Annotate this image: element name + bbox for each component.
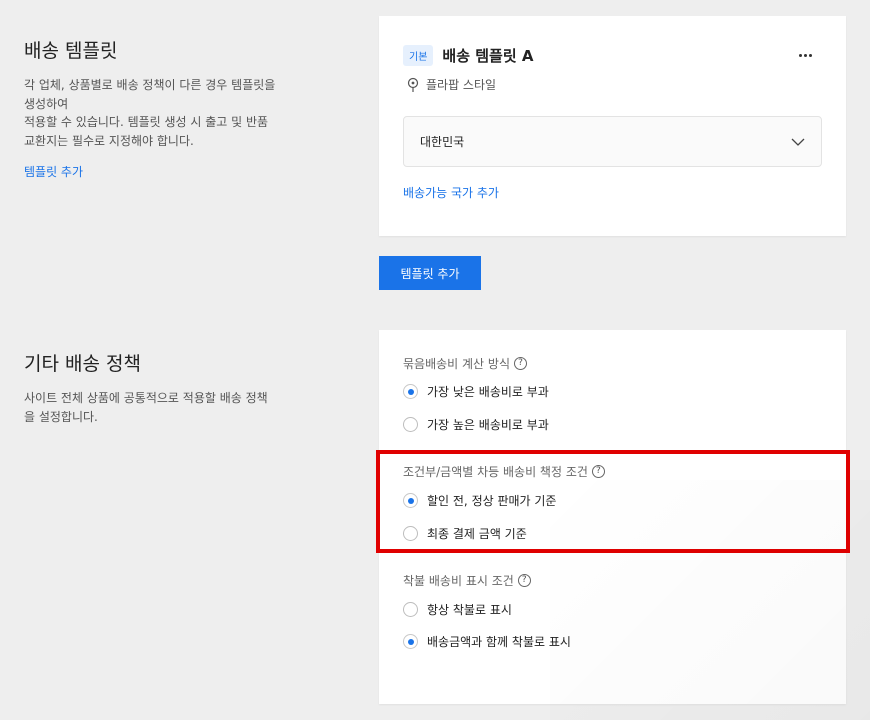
default-badge: 기본 [403, 45, 434, 66]
group-label-text: 묶음배송비 계산 방식 [403, 357, 510, 371]
template-style-label: 플라팝 스타일 [426, 78, 497, 92]
group-label: 묶음배송비 계산 방식 ? [403, 355, 527, 372]
radio-option[interactable]: 최종 결제 금액 기준 [403, 525, 527, 542]
more-options-icon[interactable] [799, 54, 812, 57]
desc-line: 사이트 전체 상품에 공통적으로 적용할 배송 정책 [24, 391, 268, 405]
radio-button[interactable] [403, 526, 418, 541]
conditional-fee-group: 조건부/금액별 차등 배송비 책정 조건 ? 할인 전, 정상 판매가 기준 최… [403, 463, 605, 541]
radio-option[interactable]: 가장 낮은 배송비로 부과 [403, 383, 549, 400]
desc-line: 적용할 수 있습니다. 템플릿 생성 시 출고 및 반품 [24, 115, 269, 129]
shipping-template-section: 배송 템플릿 각 업체, 상품별로 배송 정책이 다른 경우 템플릿을 생성하여… [24, 36, 294, 180]
group-label: 조건부/금액별 차등 배송비 책정 조건 ? [403, 463, 605, 480]
radio-label: 가장 높은 배송비로 부과 [427, 418, 549, 432]
cod-fee-group: 착불 배송비 표시 조건 ? 항상 착불로 표시 배송금액과 함께 착불로 표시 [403, 572, 571, 649]
radio-label: 할인 전, 정상 판매가 기준 [427, 494, 557, 508]
radio-label: 최종 결제 금액 기준 [427, 527, 527, 541]
policy-card: 묶음배송비 계산 방식 ? 가장 낮은 배송비로 부과 가장 높은 배송비로 부… [379, 330, 846, 704]
radio-label: 배송금액과 함께 착불로 표시 [427, 635, 571, 649]
template-card: 기본 배송 템플릿 A 플라팝 스타일 대한민국 배송가능 국가 추가 [379, 16, 846, 236]
radio-label: 항상 착불로 표시 [427, 603, 512, 617]
country-select-value: 대한민국 [420, 135, 465, 149]
add-template-button[interactable]: 템플릿 추가 [379, 256, 481, 290]
help-icon[interactable]: ? [591, 465, 605, 478]
desc-line: 교환지는 필수로 지정해야 합니다. [24, 133, 194, 148]
radio-button-checked[interactable] [403, 384, 418, 399]
other-policy-section: 기타 배송 정책 사이트 전체 상품에 공통적으로 적용할 배송 정책 을 설정… [24, 349, 294, 426]
template-style: 플라팝 스타일 [406, 76, 496, 93]
desc-line: 각 업체, 상품별로 배송 정책이 다른 경우 템플릿을 [24, 78, 276, 92]
group-label-text: 조건부/금액별 차등 배송비 책정 조건 [403, 465, 588, 479]
template-name: 배송 템플릿 A [442, 47, 534, 65]
radio-option[interactable]: 가장 높은 배송비로 부과 [403, 416, 549, 433]
bundle-fee-group: 묶음배송비 계산 방식 ? 가장 낮은 배송비로 부과 가장 높은 배송비로 부… [403, 355, 549, 432]
desc-line: 생성하여 [24, 96, 69, 111]
section-title-shipping-template: 배송 템플릿 [24, 40, 118, 62]
radio-button[interactable] [403, 417, 418, 432]
add-country-link[interactable]: 배송가능 국가 추가 [403, 184, 499, 201]
section-title-other-policy: 기타 배송 정책 [24, 353, 141, 375]
section-description: 사이트 전체 상품에 공통적으로 적용할 배송 정책 을 설정합니다. [24, 389, 294, 426]
help-icon[interactable]: ? [514, 357, 527, 370]
add-template-link[interactable]: 템플릿 추가 [24, 163, 83, 180]
radio-button-checked[interactable] [403, 493, 418, 508]
section-description: 각 업체, 상품별로 배송 정책이 다른 경우 템플릿을 생성하여 적용할 수 … [24, 76, 294, 150]
chevron-down-icon [791, 138, 805, 146]
template-header: 기본 배송 템플릿 A [403, 45, 533, 66]
radio-button[interactable] [403, 602, 418, 617]
radio-button-checked[interactable] [403, 634, 418, 649]
radio-option[interactable]: 항상 착불로 표시 [403, 601, 512, 618]
radio-option[interactable]: 배송금액과 함께 착불로 표시 [403, 633, 571, 650]
radio-option[interactable]: 할인 전, 정상 판매가 기준 [403, 492, 556, 509]
radio-label: 가장 낮은 배송비로 부과 [427, 385, 549, 399]
help-icon[interactable]: ? [517, 574, 531, 587]
desc-line: 을 설정합니다. [24, 409, 98, 424]
group-label-text: 착불 배송비 표시 조건 [403, 574, 514, 588]
group-label: 착불 배송비 표시 조건 ? [403, 572, 531, 589]
country-select[interactable]: 대한민국 [403, 116, 822, 167]
location-pin-icon [407, 77, 419, 92]
